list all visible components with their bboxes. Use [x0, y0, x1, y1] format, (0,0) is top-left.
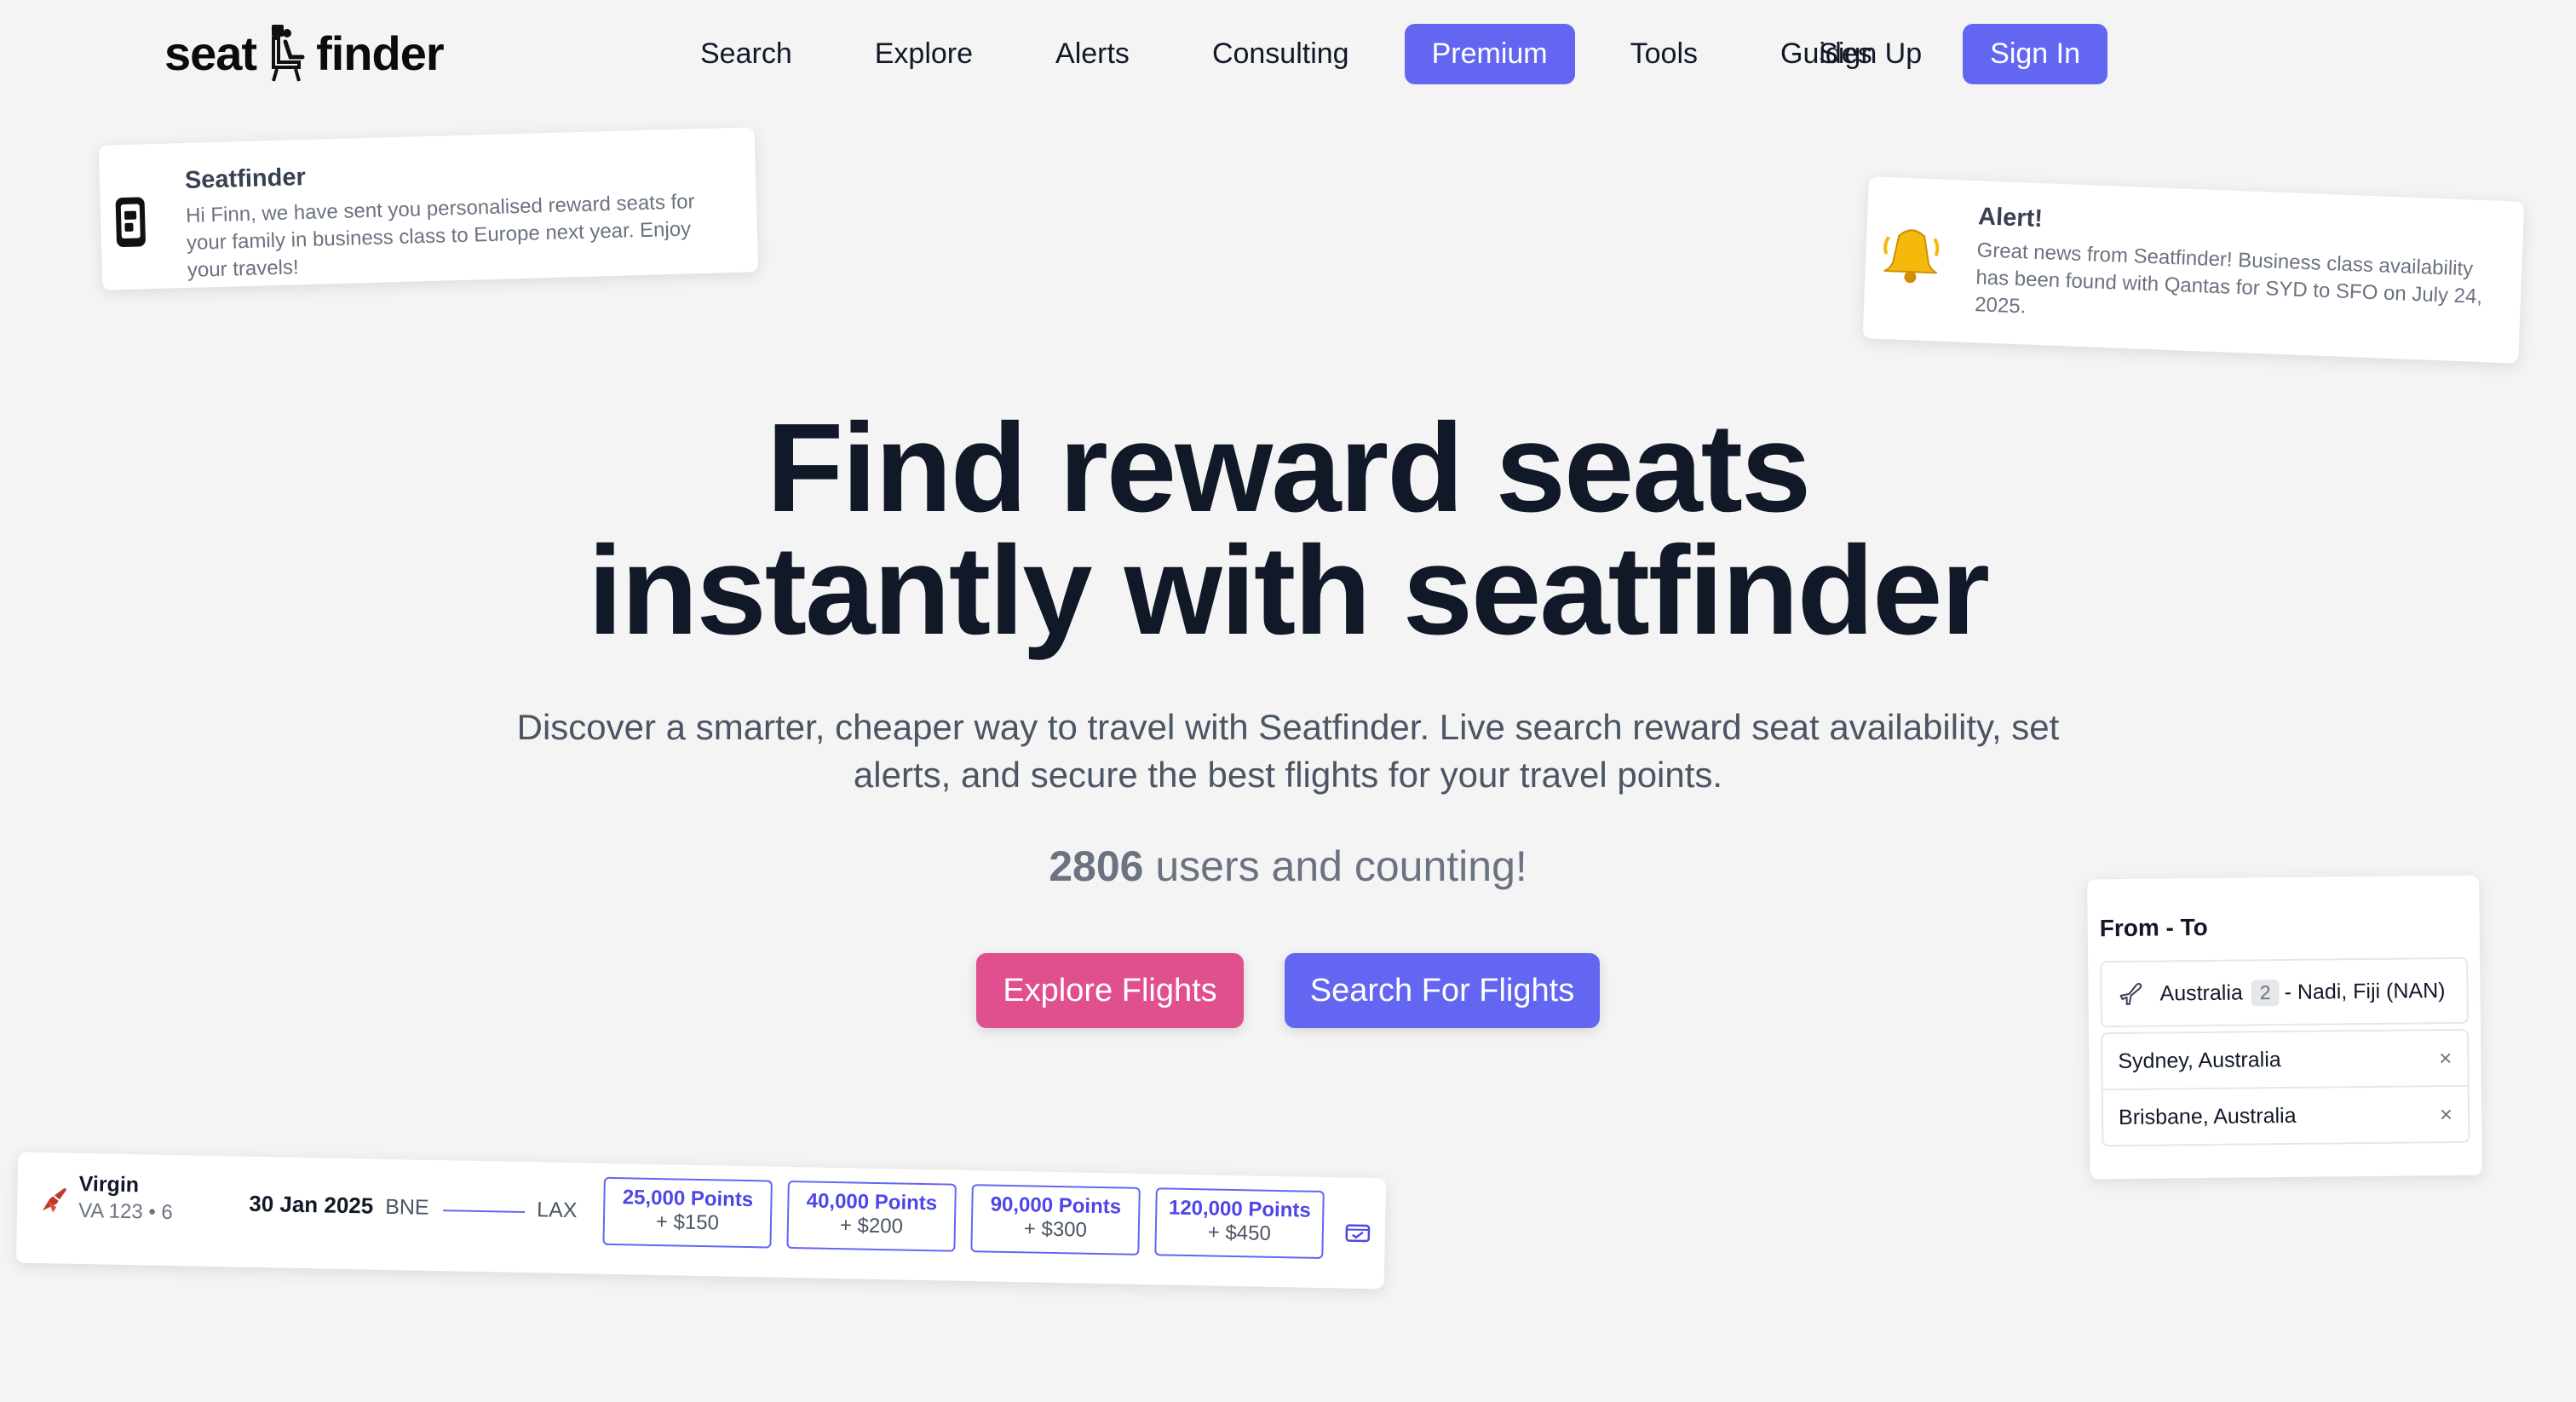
- nav-link-search[interactable]: Search: [673, 24, 819, 84]
- user-count: 2806: [1049, 842, 1144, 890]
- fare-fee: + $150: [655, 1210, 720, 1235]
- flight-code: VA 123 • 6: [78, 1198, 174, 1225]
- fare-points: 120,000 Points: [1168, 1196, 1311, 1222]
- route-option-label: Sydney, Australia: [2118, 1047, 2281, 1073]
- auth-buttons: Sign Up Sign In: [1797, 24, 2107, 84]
- remove-icon[interactable]: ×: [2439, 1044, 2452, 1071]
- flight-date: 30 Jan 2025: [249, 1190, 374, 1219]
- notification-title: Alert!: [1977, 203, 2044, 233]
- route-origin: Australia: [2159, 980, 2243, 1006]
- flight-origin: BNE: [384, 1194, 429, 1220]
- route-destination: - Nadi, Fiji (NAN): [2284, 978, 2446, 1004]
- route-option-label: Brisbane, Australia: [2118, 1103, 2297, 1129]
- notification-title: Seatfinder: [184, 164, 307, 194]
- phone-icon: [115, 197, 146, 248]
- ticket-icon[interactable]: [1344, 1218, 1372, 1246]
- route-options: Sydney, Australia × Brisbane, Australia …: [2101, 1028, 2470, 1147]
- route-option[interactable]: Sydney, Australia ×: [2102, 1031, 2468, 1089]
- notification-message: Hi Finn, we have sent you personalised r…: [185, 190, 695, 282]
- airline-logo-icon: [43, 1188, 66, 1213]
- explore-flights-button[interactable]: Explore Flights: [976, 953, 1244, 1028]
- fare-points: 90,000 Points: [990, 1192, 1122, 1219]
- hero-subtitle: Discover a smarter, cheaper way to trave…: [516, 707, 2060, 795]
- fare-points: 25,000 Points: [622, 1186, 754, 1212]
- nav-link-tools[interactable]: Tools: [1603, 24, 1725, 84]
- route-line: [443, 1210, 526, 1214]
- route-picker-card: From - To Australia 2 - Nadi, Fiji (NAN)…: [2087, 875, 2482, 1180]
- plane-icon: [2119, 982, 2142, 1005]
- remove-icon[interactable]: ×: [2440, 1100, 2453, 1127]
- search-flights-button[interactable]: Search For Flights: [1285, 953, 1600, 1028]
- notification-card-alert: Alert! Great news from Seatfinder! Busin…: [1862, 176, 2525, 364]
- nav-link-consulting[interactable]: Consulting: [1185, 24, 1377, 84]
- fare-fee: + $200: [839, 1214, 904, 1238]
- sign-in-button[interactable]: Sign In: [1963, 24, 2107, 84]
- nav-links: Search Explore Alerts Consulting Premium…: [673, 24, 1928, 84]
- fare-points: 40,000 Points: [806, 1189, 938, 1215]
- notification-card-seatfinder: Seatfinder Hi Finn, we have sent you per…: [98, 127, 759, 290]
- route-origin-count: 2: [2251, 979, 2280, 1006]
- top-nav: seat finder Search Explore Alerts Consul…: [0, 0, 2576, 111]
- flight-destination: LAX: [536, 1198, 578, 1223]
- fare-option[interactable]: 90,000 Points + $300: [970, 1184, 1141, 1255]
- hero-title: Find reward seats instantly with seatfin…: [0, 398, 2576, 661]
- nav-link-explore[interactable]: Explore: [848, 24, 1000, 84]
- hero-title-line2: instantly with seatfinder: [587, 520, 1990, 661]
- flight-result-card: Virgin VA 123 • 6 30 Jan 2025 BNE LAX 25…: [15, 1152, 1387, 1290]
- brand-name-right: finder: [316, 26, 445, 80]
- brand-logo[interactable]: seat finder: [164, 19, 445, 87]
- nav-link-premium[interactable]: Premium: [1404, 24, 1575, 84]
- fare-fee: + $450: [1207, 1221, 1272, 1245]
- nav-link-alerts[interactable]: Alerts: [1028, 24, 1157, 84]
- sign-up-link[interactable]: Sign Up: [1797, 24, 1944, 84]
- fare-option[interactable]: 120,000 Points + $450: [1154, 1187, 1325, 1260]
- fare-option[interactable]: 40,000 Points + $200: [786, 1180, 957, 1252]
- fare-option[interactable]: 25,000 Points + $150: [602, 1176, 773, 1249]
- hero-title-line1: Find reward seats: [766, 398, 1811, 538]
- route-picker-label: From - To: [2099, 913, 2208, 942]
- route-option[interactable]: Brisbane, Australia ×: [2102, 1084, 2469, 1146]
- fare-fee: + $300: [1023, 1217, 1088, 1242]
- bell-icon: [1883, 229, 1940, 284]
- user-count-suffix: users and counting!: [1143, 842, 1527, 890]
- brand-name-left: seat: [164, 26, 257, 80]
- airline-name: Virgin: [78, 1171, 140, 1198]
- seat-icon: [272, 25, 305, 82]
- route-select[interactable]: Australia 2 - Nadi, Fiji (NAN): [2100, 957, 2469, 1028]
- notification-message: Great news from Seatfinder! Business cla…: [1974, 238, 2483, 319]
